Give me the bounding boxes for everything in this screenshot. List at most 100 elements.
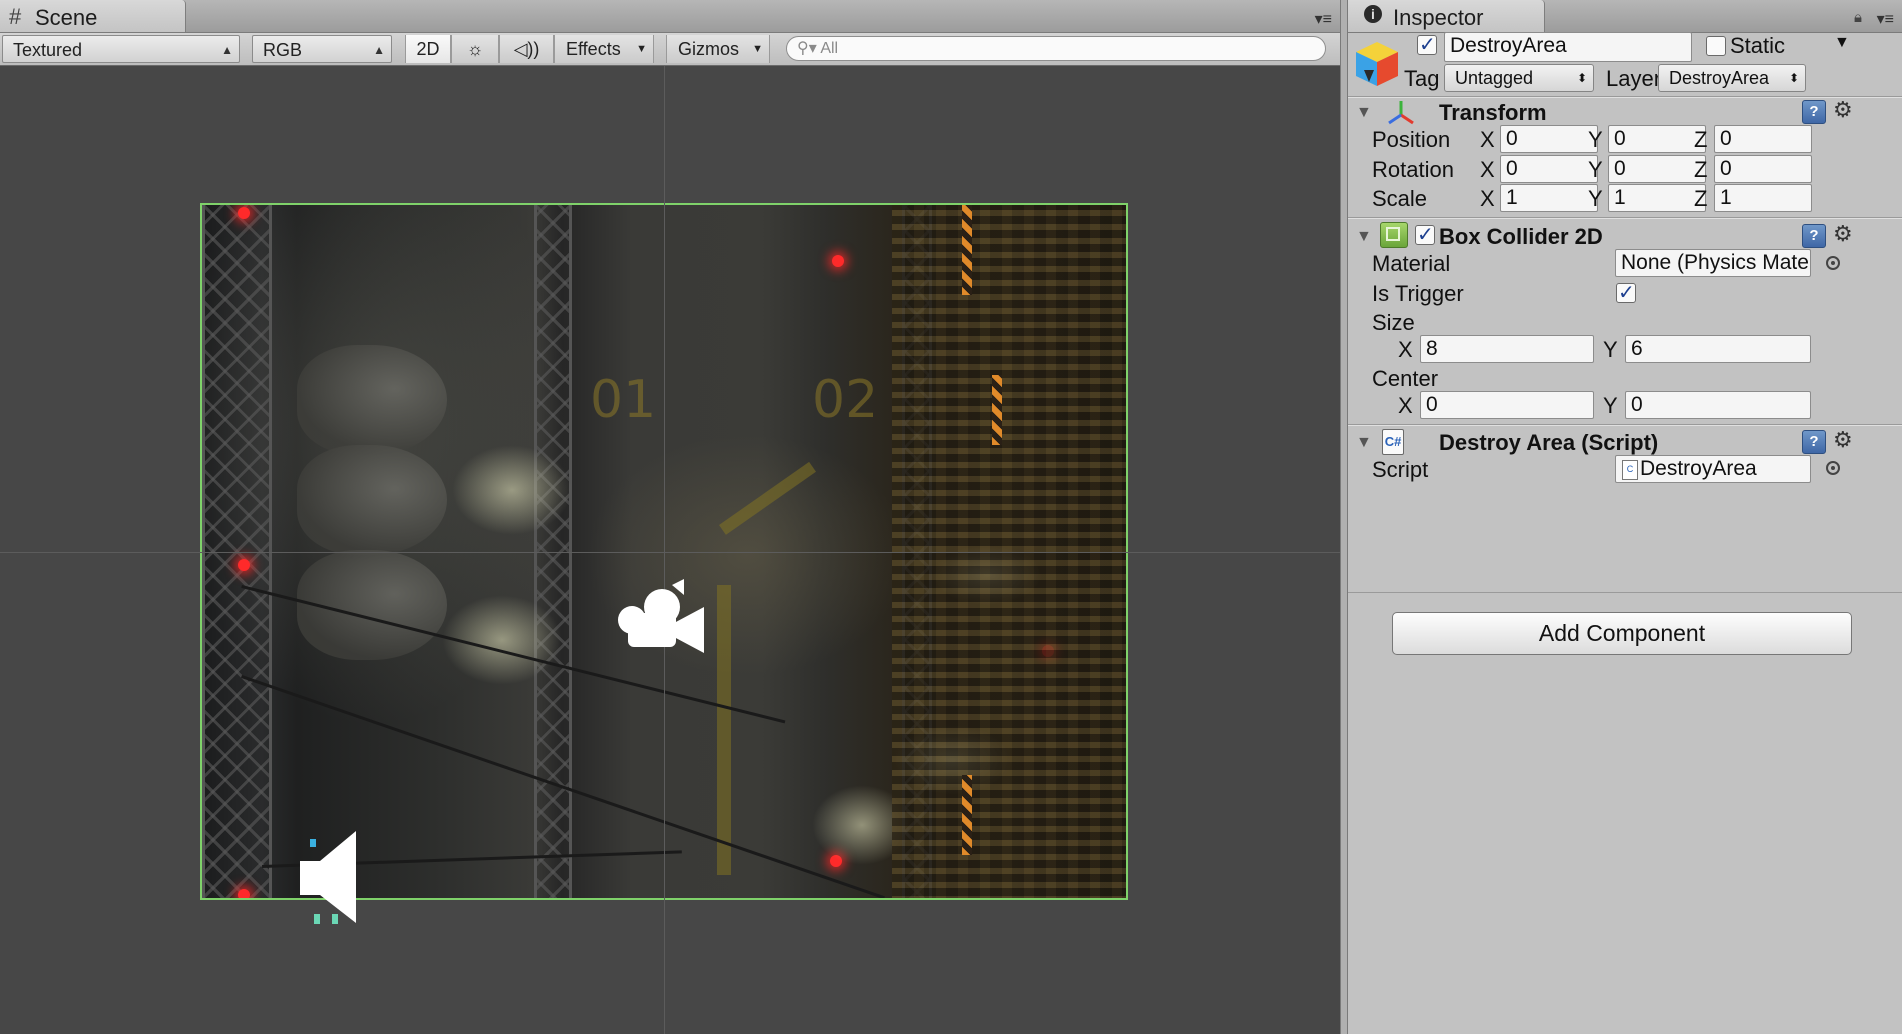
warning-light	[238, 889, 250, 898]
center-x-field[interactable]: 0	[1420, 391, 1594, 419]
center-label: Center	[1372, 366, 1439, 391]
position-label: Position	[1372, 127, 1451, 152]
static-checkbox[interactable]	[1706, 36, 1726, 56]
material-field[interactable]: None (Physics Materia	[1615, 249, 1811, 277]
section-divider	[1348, 218, 1902, 219]
scale-x-field[interactable]: 1	[1500, 184, 1598, 212]
object-picker-icon[interactable]	[1826, 256, 1840, 270]
floor-marking	[719, 461, 816, 535]
section-divider	[1348, 592, 1902, 593]
material-label: Material	[1372, 251, 1451, 276]
box-collider-icon	[1380, 222, 1408, 248]
help-icon[interactable]: ?	[1802, 100, 1826, 124]
dropdown-arrow-icon: ▼	[752, 43, 763, 55]
scale-y-field[interactable]: 1	[1608, 184, 1706, 212]
active-checkbox[interactable]	[1417, 32, 1437, 57]
axis-line-vertical	[664, 66, 665, 1034]
position-y-field[interactable]: 0	[1608, 125, 1706, 153]
color-mode-dropdown[interactable]: RGB ▲	[252, 35, 392, 63]
layer-dropdown[interactable]: DestroyArea ⬍	[1658, 64, 1806, 92]
mode-2d-toggle[interactable]: 2D	[405, 35, 451, 63]
rotation-y-field[interactable]: 0	[1608, 155, 1706, 183]
static-label: Static	[1730, 33, 1786, 58]
axis-y-label: Y	[1588, 157, 1603, 182]
rotation-x-field[interactable]: 0	[1500, 155, 1598, 183]
inspector-panel: i Inspector 🔒︎ ▾≡ DestroyArea Static ▼ T…	[1348, 0, 1902, 1034]
axis-z-label: Z	[1694, 157, 1708, 182]
script-field[interactable]: C DestroyArea	[1615, 455, 1811, 483]
hazard-stripe	[992, 375, 1002, 445]
axis-y-label: Y	[1603, 393, 1618, 418]
lighting-toggle[interactable]: ☼	[451, 35, 499, 63]
scene-viewport[interactable]: 01 02	[0, 66, 1340, 1034]
axis-y-label: Y	[1588, 186, 1603, 211]
position-x-field[interactable]: 0	[1500, 125, 1598, 153]
gear-icon[interactable]: ⚙	[1833, 97, 1853, 123]
tab-inspector[interactable]: i Inspector	[1348, 0, 1545, 32]
gameobject-cube-icon	[1356, 42, 1398, 86]
scene-toolbar: Textured ▲ RGB ▲ 2D ☼ ◁)) Effects ▼ Gizm…	[0, 33, 1340, 66]
panel-menu-icon[interactable]: ▾≡	[1315, 9, 1332, 29]
lock-icon[interactable]: 🔒︎	[1854, 9, 1862, 26]
center-y-field[interactable]: 0	[1625, 391, 1811, 419]
speaker-icon: ◁))	[513, 39, 540, 59]
object-picker-icon[interactable]	[1826, 461, 1840, 475]
scale-z-field[interactable]: 1	[1714, 184, 1812, 212]
camera-icon[interactable]	[614, 575, 714, 665]
sun-icon: ☼	[466, 39, 484, 59]
scene-search-input[interactable]: ⚲▾ All	[786, 36, 1326, 61]
effects-label: Effects	[566, 39, 621, 59]
scene-panel: # Scene ▾≡ Textured ▲ RGB ▲ 2D ☼ ◁)) Eff…	[0, 0, 1340, 1034]
rotation-z-field[interactable]: 0	[1714, 155, 1812, 183]
effects-dropdown[interactable]: Effects ▼	[554, 35, 654, 63]
tab-scene-label: Scene	[35, 5, 98, 30]
script-component-title: Destroy Area (Script)	[1439, 430, 1659, 455]
script-file-icon: C	[1622, 460, 1638, 480]
layer-label: Layer	[1606, 66, 1662, 91]
section-divider	[1348, 425, 1902, 426]
pad-number-label: 02	[812, 370, 879, 430]
size-x-field[interactable]: 8	[1420, 335, 1594, 363]
audio-source-icon[interactable]	[298, 831, 368, 926]
foldout-arrow-icon[interactable]: ▼	[1356, 434, 1372, 452]
cylinder-tank	[297, 445, 447, 555]
axis-y-label: Y	[1603, 337, 1618, 362]
size-y-field[interactable]: 6	[1625, 335, 1811, 363]
rotation-label: Rotation	[1372, 157, 1454, 182]
cylinder-tank	[297, 345, 447, 455]
panel-menu-icon[interactable]: ▾≡	[1877, 9, 1894, 29]
tag-label: Tag	[1404, 66, 1440, 91]
is-trigger-checkbox[interactable]	[1616, 280, 1636, 305]
box-collider-enabled-checkbox[interactable]	[1415, 222, 1435, 247]
audio-toggle[interactable]: ◁))	[499, 35, 554, 63]
search-icon: ⚲▾	[797, 40, 817, 57]
help-icon[interactable]: ?	[1802, 430, 1826, 454]
gear-icon[interactable]: ⚙	[1833, 221, 1853, 247]
warning-light	[238, 559, 250, 571]
help-icon[interactable]: ?	[1802, 224, 1826, 248]
foldout-arrow-icon[interactable]: ▼	[1356, 104, 1372, 122]
tab-scene[interactable]: # Scene	[0, 0, 186, 32]
panel-divider[interactable]	[1340, 0, 1348, 1034]
mode-2d-label: 2D	[416, 39, 440, 59]
add-component-button[interactable]: Add Component	[1392, 612, 1852, 655]
foldout-arrow-icon[interactable]: ▼	[1356, 228, 1372, 246]
tag-dropdown[interactable]: Untagged ⬍	[1444, 64, 1594, 92]
hazard-stripe	[962, 205, 972, 295]
static-dropdown-arrow-icon[interactable]: ▼	[1834, 34, 1850, 52]
axis-x-label: X	[1480, 186, 1495, 211]
axis-line-horizontal	[0, 552, 1340, 553]
hazard-stripe	[962, 775, 972, 855]
render-mode-label: Textured	[13, 40, 83, 60]
position-z-field[interactable]: 0	[1714, 125, 1812, 153]
transform-title: Transform	[1439, 100, 1547, 125]
render-mode-dropdown[interactable]: Textured ▲	[2, 35, 240, 63]
gizmos-dropdown[interactable]: Gizmos ▼	[666, 35, 770, 63]
object-name-field[interactable]: DestroyArea	[1444, 32, 1692, 62]
gear-icon[interactable]: ⚙	[1833, 427, 1853, 453]
search-placeholder: All	[820, 40, 839, 57]
grid-icon: #	[9, 4, 22, 29]
axis-x-label: X	[1480, 157, 1495, 182]
scene-tab-bar: # Scene ▾≡	[0, 0, 1340, 33]
script-value: DestroyArea	[1640, 457, 1757, 480]
